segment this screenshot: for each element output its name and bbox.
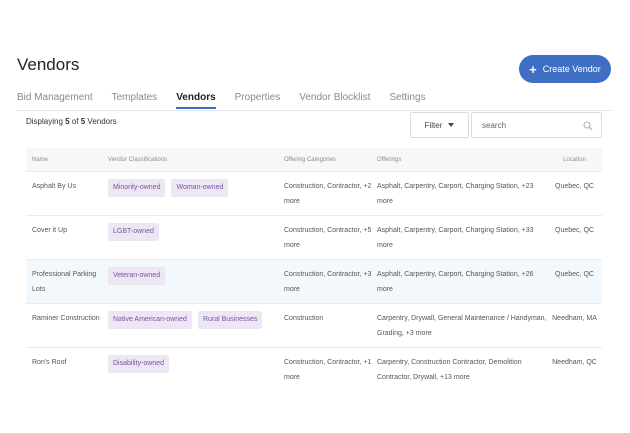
vendor-classifications: Native American-owned Rural Businesses: [108, 311, 284, 347]
column-header-categories[interactable]: Offering Categories: [284, 157, 377, 163]
vendors-table: Name Vendor Classifications Offering Cat…: [26, 148, 602, 392]
caret-down-icon: [448, 123, 455, 127]
table-row[interactable]: Cover it Up LGBT-owned Construction, Con…: [26, 216, 602, 260]
page-title: Vendors: [17, 55, 80, 74]
column-header-location[interactable]: Location: [547, 157, 602, 163]
column-header-name[interactable]: Name: [26, 157, 108, 163]
vendor-name[interactable]: Ron's Roof: [26, 355, 108, 392]
offering-categories: Construction, Contractor, +2 more: [284, 183, 372, 205]
vendor-name[interactable]: Raminer Construction: [26, 311, 108, 347]
filter-button[interactable]: Filter: [410, 112, 469, 138]
location: Needham, MA: [552, 315, 597, 322]
classification-tag: Disability-owned: [108, 355, 169, 373]
table-row[interactable]: Ron's Roof Disability-owned Construction…: [26, 348, 602, 392]
offerings: Carpentry, Construction Contractor, Demo…: [377, 359, 522, 381]
vendor-name[interactable]: Asphalt By Us: [26, 179, 108, 215]
table-row[interactable]: Asphalt By Us Minority-owned Woman-owned…: [26, 172, 602, 216]
classification-tag: Rural Businesses: [197, 311, 263, 329]
filter-label: Filter: [424, 120, 443, 130]
vendor-classifications: Veteran-owned: [108, 267, 284, 303]
tab-vendors[interactable]: Vendors: [176, 92, 217, 109]
create-vendor-button[interactable]: + Create Vendor: [519, 55, 611, 83]
column-header-offerings[interactable]: Offerings: [377, 157, 547, 163]
tab-templates[interactable]: Templates: [112, 92, 158, 109]
vendor-name[interactable]: Professional Parking Lots: [26, 267, 108, 303]
table-row[interactable]: Raminer Construction Native American-own…: [26, 304, 602, 348]
offerings: Asphalt, Carpentry, Carport, Charging St…: [377, 271, 534, 293]
search-icon[interactable]: [583, 121, 593, 131]
tab-settings[interactable]: Settings: [389, 92, 425, 109]
tab-bar: Bid Management Templates Vendors Propert…: [17, 92, 445, 109]
tab-properties[interactable]: Properties: [235, 92, 281, 109]
vendor-classifications: LGBT-owned: [108, 223, 284, 259]
table-header: Name Vendor Classifications Offering Cat…: [26, 148, 602, 172]
offering-categories: Construction, Contractor, +1 more: [284, 359, 372, 381]
classification-tag: Woman-owned: [171, 179, 229, 197]
offerings: Asphalt, Carpentry, Carport, Charging St…: [377, 227, 534, 249]
offering-categories: Construction, Contractor, +5 more: [284, 227, 372, 249]
classification-tag: LGBT-owned: [108, 223, 159, 241]
classification-tag: Native American-owned: [108, 311, 192, 329]
table-row[interactable]: Professional Parking Lots Veteran-owned …: [26, 260, 602, 304]
classification-tag: Veteran-owned: [108, 267, 166, 285]
location: Quebec, QC: [555, 271, 594, 278]
search-field[interactable]: [471, 112, 602, 138]
column-header-classifications[interactable]: Vendor Classifications: [108, 157, 284, 163]
result-count: Displaying 5 of 5 Vendors: [26, 117, 117, 126]
offerings: Asphalt, Carpentry, Carport, Charging St…: [377, 183, 534, 205]
tab-vendor-blocklist[interactable]: Vendor Blocklist: [299, 92, 370, 109]
vendor-classifications: Minority-owned Woman-owned: [108, 179, 284, 215]
location: Quebec, QC: [555, 183, 594, 190]
location: Needham, QC: [552, 359, 597, 366]
vendor-classifications: Disability-owned: [108, 355, 284, 392]
offerings: Carpentry, Drywall, General Maintenance …: [377, 315, 547, 337]
location: Quebec, QC: [555, 227, 594, 234]
classification-tag: Minority-owned: [108, 179, 166, 197]
create-vendor-label: Create Vendor: [542, 64, 601, 74]
tab-bid-management[interactable]: Bid Management: [17, 92, 93, 109]
vendor-name[interactable]: Cover it Up: [26, 223, 108, 259]
tabs-divider: [17, 110, 611, 111]
offering-categories: Construction: [284, 315, 324, 322]
search-input[interactable]: [482, 120, 582, 130]
plus-icon: +: [529, 61, 537, 77]
offering-categories: Construction, Contractor, +3 more: [284, 271, 372, 293]
